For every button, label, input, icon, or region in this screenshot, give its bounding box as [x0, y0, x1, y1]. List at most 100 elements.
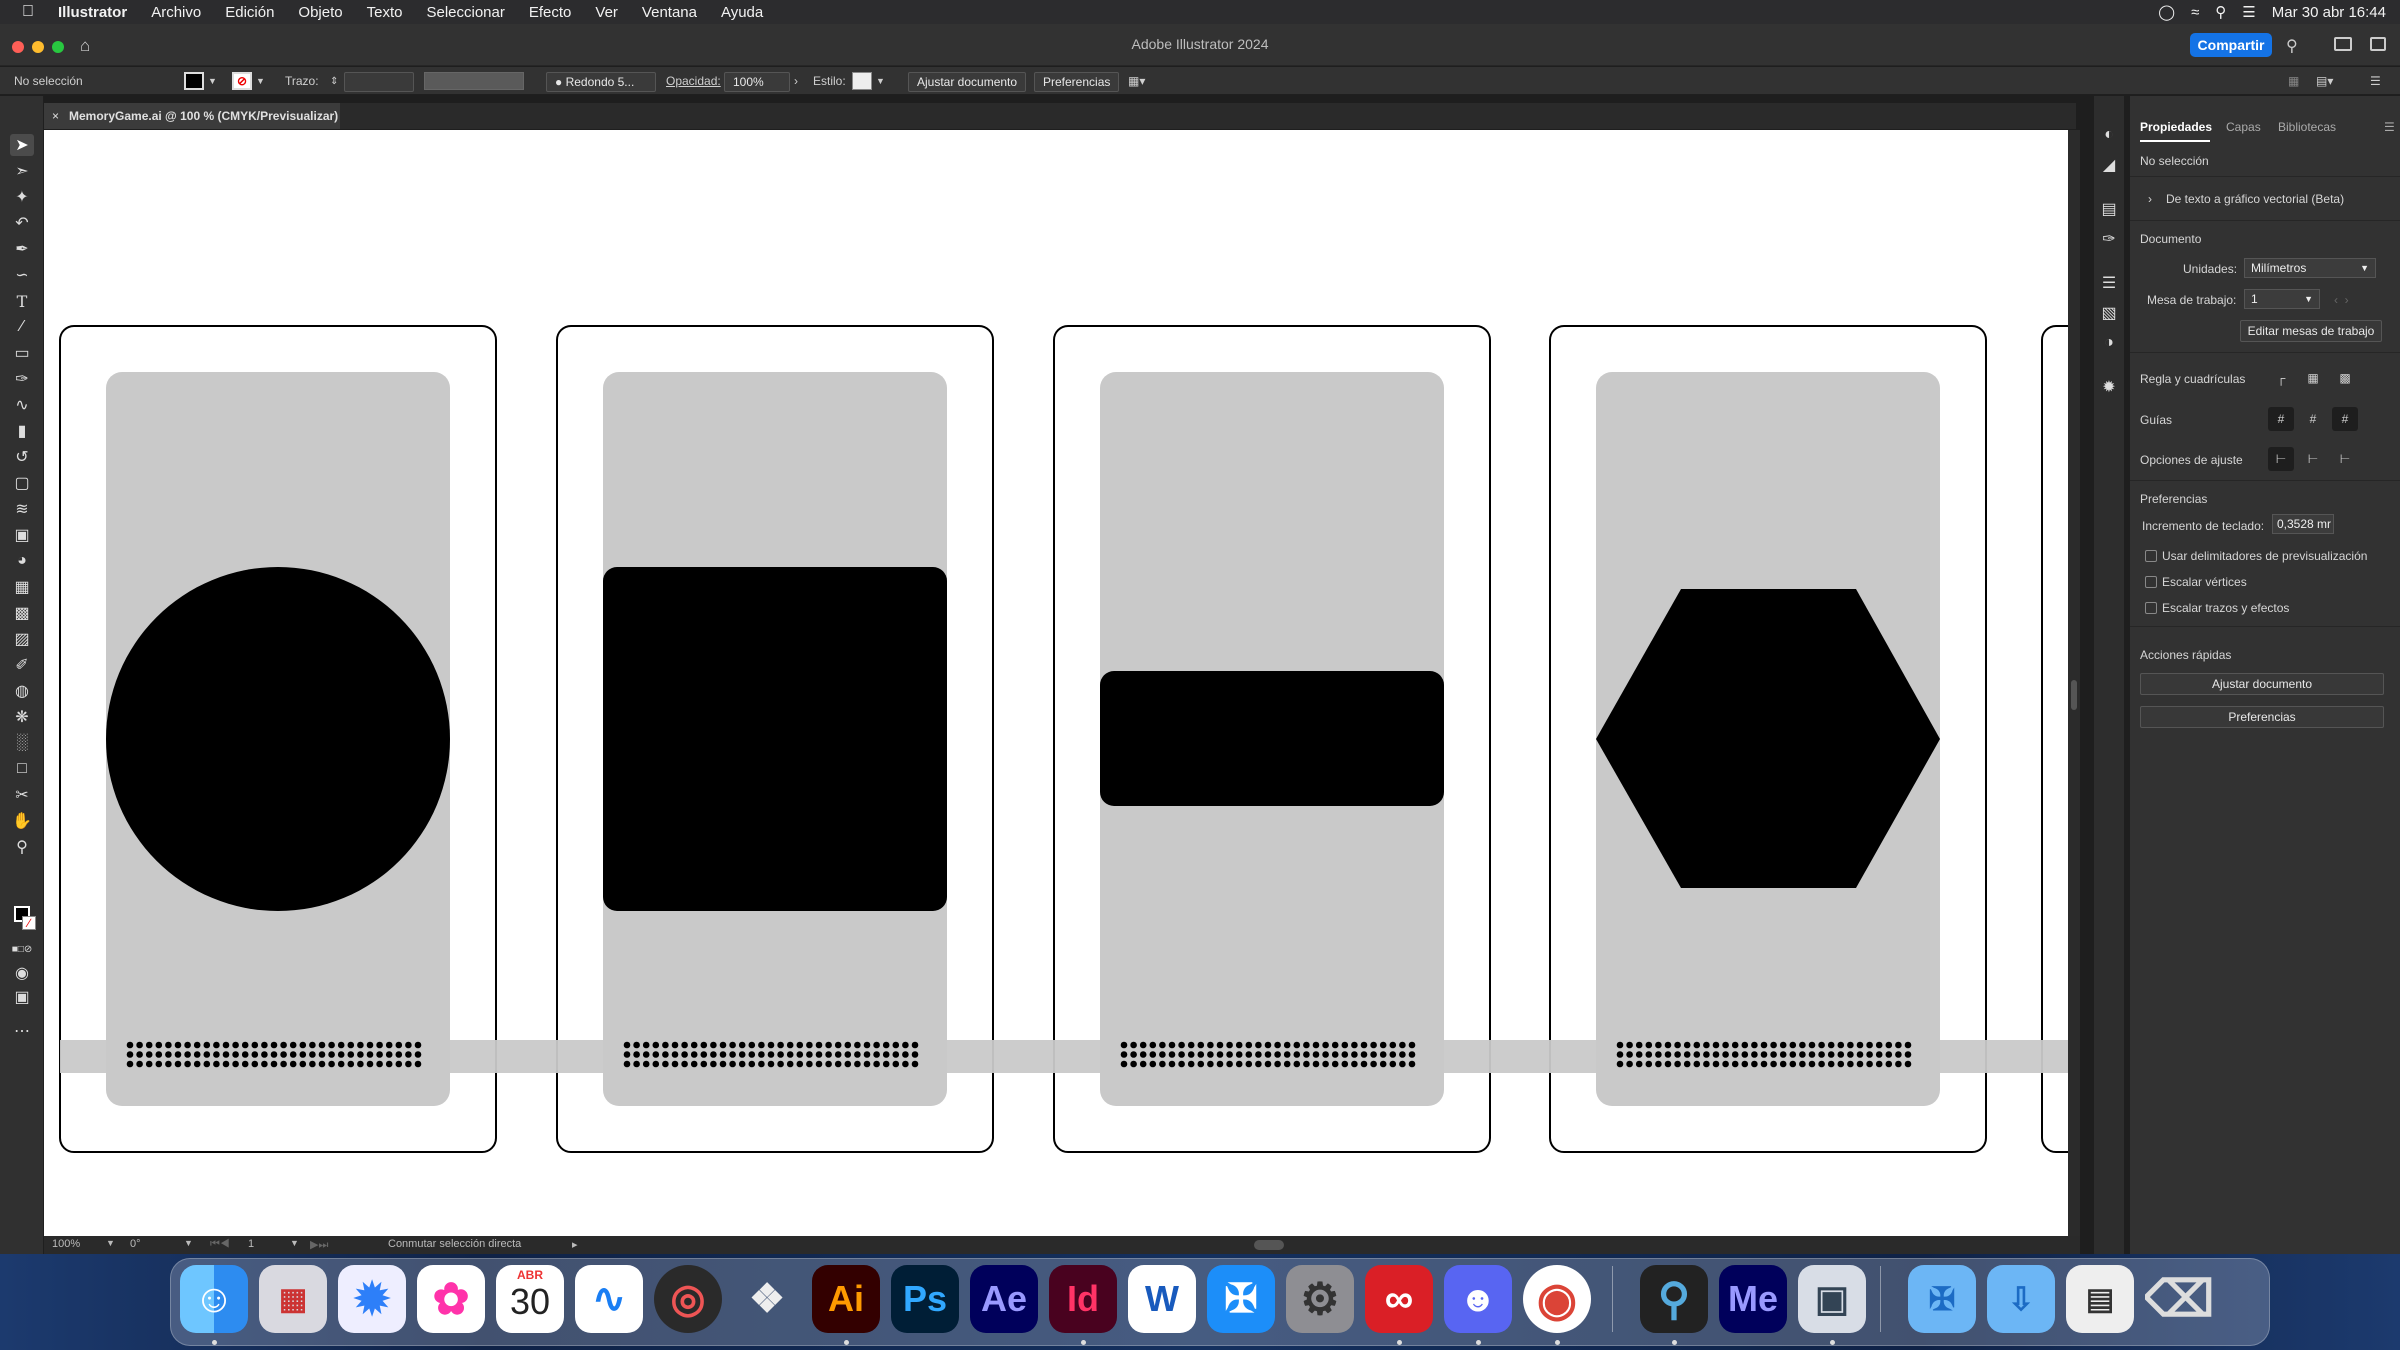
direct-selection-tool-icon[interactable]: ➣	[10, 160, 34, 182]
perspective-grid-tool-icon[interactable]: ▦	[10, 576, 34, 598]
clock[interactable]: Mar 30 abr 16:44	[2272, 4, 2386, 21]
gradient-panel-icon[interactable]: ▧	[2097, 302, 2121, 324]
color-mode-icons[interactable]: ■□⊘	[10, 938, 34, 960]
photos-icon[interactable]: ✿	[417, 1265, 485, 1333]
eyedropper-tool-icon[interactable]: ✐	[10, 654, 34, 676]
scale-corners-checkbox[interactable]	[2145, 576, 2157, 588]
transparency-panel-icon[interactable]: ◑	[2097, 332, 2121, 354]
photoshop-icon[interactable]: Ps	[891, 1265, 959, 1333]
stroke-dropdown-icon[interactable]: ▼	[256, 72, 265, 90]
artboard-nav-prev-icons[interactable]: ⏮◀	[210, 1238, 230, 1251]
share-button[interactable]: Compartir	[2190, 33, 2272, 57]
zoom-level[interactable]: 100%	[52, 1238, 80, 1250]
type-tool-icon[interactable]: T	[10, 290, 34, 312]
menu-ventana[interactable]: Ventana	[630, 4, 709, 21]
selection-tool-icon[interactable]: ➤	[10, 134, 34, 156]
artboard-tool-icon[interactable]: □	[10, 758, 34, 780]
calendar-icon[interactable]: ABR 30	[496, 1265, 564, 1333]
downloads-folder-icon[interactable]: ⇩	[1987, 1265, 2055, 1333]
lasso-tool-icon[interactable]: ↶	[10, 212, 34, 234]
graphic-style-dropdown-icon[interactable]: ▼	[876, 72, 885, 90]
gradient-tool-icon[interactable]: ▨	[10, 628, 34, 650]
menu-efecto[interactable]: Efecto	[517, 4, 584, 21]
distribute-icon[interactable]: ▤▾	[2316, 72, 2333, 90]
column-graph-tool-icon[interactable]: ░	[10, 732, 34, 754]
panel-layout-icon[interactable]	[2370, 37, 2386, 51]
stroke-swatch[interactable]: ⊘	[232, 72, 252, 90]
system-settings-icon[interactable]: ⚙	[1286, 1265, 1354, 1333]
preferences-button[interactable]: Preferencias	[1034, 72, 1120, 92]
pathfinder-panel-icon[interactable]: ◢	[2097, 154, 2121, 176]
creative-cloud-status-icon[interactable]: ◯	[2158, 3, 2175, 21]
line-tool-icon[interactable]: ∕	[10, 316, 34, 338]
smart-guides-icon[interactable]: #	[2332, 407, 2358, 431]
shaper-tool-icon[interactable]: ∿	[10, 394, 34, 416]
opacity-expand-icon[interactable]: ›	[794, 72, 798, 90]
panel-menu-icon[interactable]: ☰	[2384, 120, 2395, 134]
close-tab-icon[interactable]: ×	[52, 109, 59, 123]
vertical-scrollbar[interactable]	[2068, 130, 2080, 1236]
safari-icon[interactable]: ✹	[338, 1265, 406, 1333]
artboard-prev-next-icons[interactable]: ‹ ›	[2334, 293, 2349, 307]
warp-tool-icon[interactable]: ≋	[10, 498, 34, 520]
freeform-icon[interactable]: ∿	[575, 1265, 643, 1333]
menu-ver[interactable]: Ver	[583, 4, 630, 21]
edit-artboards-button[interactable]: Editar mesas de trabajo	[2240, 320, 2382, 342]
edit-toolbar-icon[interactable]: ⋯	[10, 1020, 34, 1042]
symbol-sprayer-tool-icon[interactable]: ❋	[10, 706, 34, 728]
symbols-panel-icon[interactable]: ✹	[2097, 376, 2121, 398]
brushes-panel-icon[interactable]: ✑	[2097, 228, 2121, 250]
tab-properties[interactable]: Propiedades	[2140, 120, 2212, 134]
indesign-icon[interactable]: Id	[1049, 1265, 1117, 1333]
search-icon[interactable]: ⚲	[2286, 36, 2298, 56]
memory-card[interactable]	[1549, 325, 1987, 1153]
chrome-icon[interactable]: ◉	[1523, 1265, 1591, 1333]
paintbrush-tool-icon[interactable]: ✑	[10, 368, 34, 390]
digital-color-meter-icon[interactable]: ◎	[654, 1265, 722, 1333]
illustrator-icon[interactable]: Ai	[812, 1265, 880, 1333]
menu-texto[interactable]: Texto	[355, 4, 415, 21]
fill-dropdown-icon[interactable]: ▼	[208, 72, 217, 90]
artboard-number[interactable]: 1	[248, 1238, 254, 1250]
more-options-icon[interactable]: ☰	[2370, 72, 2381, 90]
variable-width-profile[interactable]	[424, 72, 524, 90]
snap-to-pixel-icon[interactable]: ⊢	[2332, 447, 2358, 471]
appearance-panel-icon[interactable]: ◐	[2097, 124, 2121, 146]
word-icon[interactable]: W	[1128, 1265, 1196, 1333]
scale-tool-icon[interactable]: ▢	[10, 472, 34, 494]
launchpad-icon[interactable]: ▦	[259, 1265, 327, 1333]
preview-icon[interactable]: ▣	[1798, 1265, 1866, 1333]
snap-to-grid-icon[interactable]: ⊢	[2300, 447, 2326, 471]
apple-icon[interactable]: 	[0, 3, 46, 21]
align-icon[interactable]: ▦	[2288, 72, 2299, 90]
horizontal-scroll-thumb[interactable]	[1254, 1240, 1284, 1250]
workspace-switcher-icon[interactable]	[2334, 37, 2352, 51]
scale-strokes-checkbox[interactable]	[2145, 602, 2157, 614]
stroke-weight-input[interactable]	[344, 72, 414, 92]
rotation-dropdown-icon[interactable]: ▼	[184, 1238, 193, 1248]
hand-tool-icon[interactable]: ✋	[10, 810, 34, 832]
memory-card[interactable]	[556, 325, 994, 1153]
snap-to-point-icon[interactable]: ⊢	[2268, 447, 2294, 471]
rectangle-tool-icon[interactable]: ▭	[10, 342, 34, 364]
tab-libraries[interactable]: Bibliotecas	[2278, 120, 2336, 134]
blend-tool-icon[interactable]: ◍	[10, 680, 34, 702]
shape-builder-tool-icon[interactable]: ◕	[10, 550, 34, 572]
grid-icon[interactable]: ▦	[2300, 366, 2326, 390]
stroke-stepper-icon[interactable]: ⇕	[330, 72, 338, 90]
units-dropdown[interactable]: Milímetros ▼	[2244, 258, 2376, 278]
chevron-right-icon[interactable]: ›	[2148, 192, 2152, 206]
finder-icon[interactable]: ☺	[180, 1265, 248, 1333]
menu-app-name[interactable]: Illustrator	[46, 4, 139, 21]
rotate-tool-icon[interactable]: ↺	[10, 446, 34, 468]
quicktime-icon[interactable]: ⚲	[1640, 1265, 1708, 1333]
eraser-tool-icon[interactable]: ▮	[10, 420, 34, 442]
creative-cloud-icon[interactable]: ∞	[1365, 1265, 1433, 1333]
zoom-tool-icon[interactable]: ⚲	[10, 836, 34, 858]
artboard-nav-next-icons[interactable]: ▶⏭	[310, 1238, 328, 1252]
trash-icon[interactable]: ⌫	[2145, 1265, 2213, 1333]
opacity-label[interactable]: Opacidad:	[666, 72, 721, 90]
curvature-tool-icon[interactable]: ∽	[10, 264, 34, 286]
show-guides-icon[interactable]: #	[2268, 407, 2294, 431]
control-center-icon[interactable]: ☰	[2242, 3, 2255, 21]
